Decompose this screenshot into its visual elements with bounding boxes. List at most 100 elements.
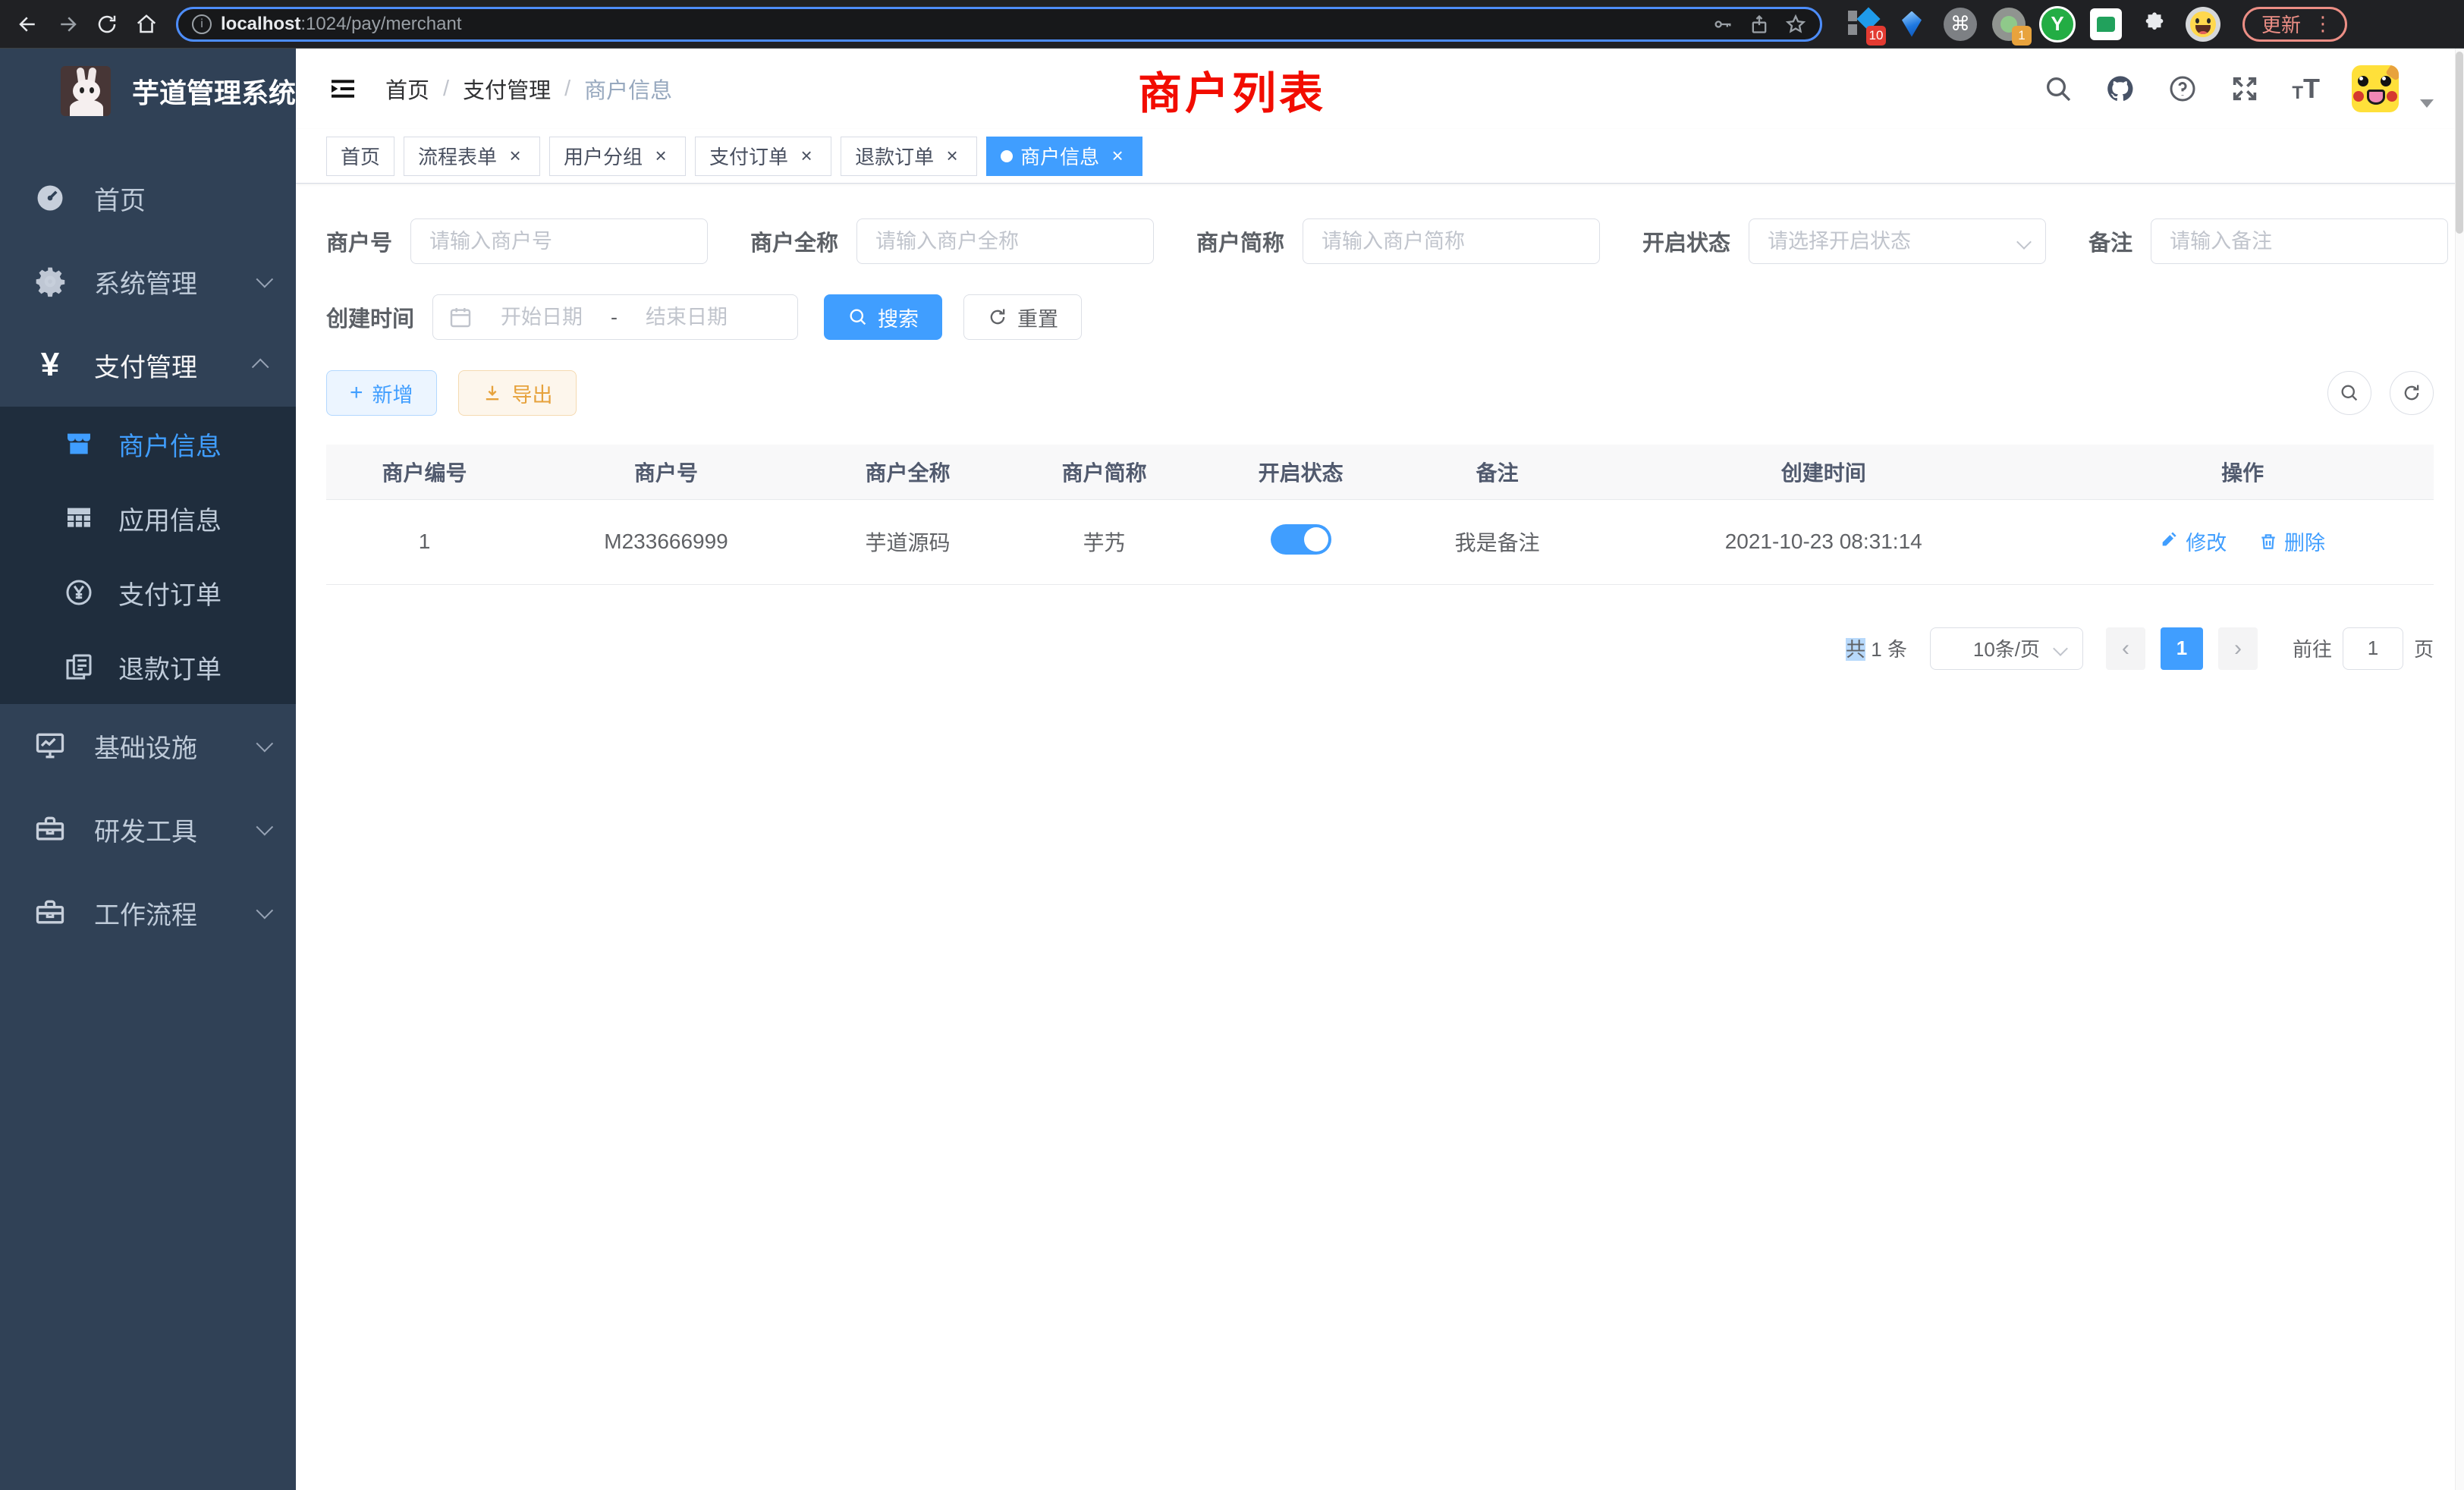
page-info-icon[interactable]: i — [192, 14, 212, 34]
col-remark: 备注 — [1399, 445, 1595, 499]
sidebar-item-label: 首页 — [94, 180, 269, 217]
close-icon[interactable]: × — [796, 146, 817, 167]
extension-command-icon[interactable]: ⌘ — [1942, 6, 1978, 42]
extension-proxy-icon[interactable]: 1 — [1991, 6, 2027, 42]
sidebar-item-payment[interactable]: ¥ 支付管理 — [0, 323, 296, 407]
sidebar-subitem-merchant-info[interactable]: 商户信息 — [0, 407, 296, 481]
url-text[interactable]: localhost:1024/pay/merchant — [221, 14, 1703, 35]
chevron-down-icon — [256, 902, 274, 919]
bookmark-star-icon[interactable] — [1785, 14, 1806, 35]
search-button[interactable]: 搜索 — [824, 294, 942, 340]
remark-input[interactable] — [2151, 218, 2448, 264]
tab-process-form[interactable]: 流程表单× — [404, 137, 540, 176]
tab-user-group[interactable]: 用户分组× — [549, 137, 686, 176]
share-icon[interactable] — [1749, 14, 1770, 35]
date-range-picker[interactable]: - — [432, 294, 798, 340]
app-logo[interactable]: 芋道管理系统 — [0, 49, 296, 134]
user-menu-caret-icon[interactable] — [2420, 99, 2434, 108]
table-header-row: 商户编号 商户号 商户全称 商户简称 开启状态 备注 创建时间 操作 — [326, 445, 2434, 499]
sidebar-item-label: 研发工具 — [94, 811, 231, 848]
pagination: 共 1 条 10条/页 ‹ 1 › 前往 页 — [326, 627, 2434, 670]
refresh-table-button[interactable] — [2390, 371, 2434, 415]
address-bar[interactable]: i localhost:1024/pay/merchant — [176, 7, 1822, 42]
sidebar-item-workflow[interactable]: 工作流程 — [0, 871, 296, 954]
merchant-no-input[interactable] — [410, 218, 708, 264]
goto-page-input[interactable] — [2343, 627, 2403, 670]
page-scrollbar[interactable] — [2455, 49, 2464, 1490]
delete-link[interactable]: 删除 — [2258, 527, 2325, 556]
sidebar-item-home[interactable]: 首页 — [0, 156, 296, 240]
toolbox-icon — [32, 811, 68, 847]
sidebar-subitem-pay-order[interactable]: 支付订单 — [0, 555, 296, 630]
user-avatar-pikachu[interactable] — [2352, 65, 2399, 112]
status-toggle-on[interactable] — [1271, 524, 1331, 555]
github-icon[interactable] — [2105, 74, 2136, 104]
breadcrumb-payment[interactable]: 支付管理 — [463, 73, 551, 105]
next-page-button[interactable]: › — [2218, 627, 2258, 670]
status-select-input[interactable] — [1749, 218, 2046, 264]
page-size-select[interactable]: 10条/页 — [1930, 627, 2083, 670]
close-icon[interactable]: × — [650, 146, 671, 167]
sidebar-subitem-app-info[interactable]: 应用信息 — [0, 481, 296, 555]
sidebar-item-infrastructure[interactable]: 基础设施 — [0, 704, 296, 787]
date-end-input[interactable] — [630, 306, 743, 329]
extension-blocker-icon[interactable]: 10 — [1845, 6, 1881, 42]
key-icon[interactable] — [1712, 14, 1733, 35]
date-start-input[interactable] — [485, 306, 599, 329]
status-select[interactable] — [1749, 218, 2046, 264]
update-label: 更新 — [2261, 10, 2301, 38]
export-button[interactable]: 导出 — [458, 370, 577, 416]
forward-arrow-icon — [56, 13, 79, 36]
font-size-icon[interactable]: TT — [2292, 75, 2320, 102]
reset-button[interactable]: 重置 — [963, 294, 1082, 340]
status-label: 开启状态 — [1642, 225, 1730, 257]
y-glyph: Y — [2039, 6, 2076, 42]
sidebar-item-label: 基础设施 — [94, 728, 231, 765]
tab-merchant-info[interactable]: 商户信息× — [986, 137, 1142, 176]
search-icon[interactable] — [2043, 74, 2073, 104]
merchant-no-label: 商户号 — [326, 225, 392, 257]
prev-page-button[interactable]: ‹ — [2106, 627, 2145, 670]
close-icon[interactable]: × — [504, 146, 526, 167]
show-search-toggle-button[interactable] — [2327, 371, 2371, 415]
tab-home[interactable]: 首页 — [326, 137, 394, 176]
fullscreen-icon[interactable] — [2230, 74, 2260, 104]
url-path: :1024/pay/merchant — [300, 14, 461, 34]
tab-refund-order[interactable]: 退款订单× — [841, 137, 977, 176]
search-icon — [2339, 382, 2360, 404]
browser-home-button[interactable] — [129, 7, 164, 42]
extension-badge-1: 1 — [2012, 26, 2032, 46]
refresh-icon — [987, 306, 1008, 328]
extension-y-icon[interactable]: Y — [2039, 6, 2076, 42]
extensions-puzzle-icon[interactable] — [2136, 6, 2173, 42]
browser-back-button[interactable] — [11, 7, 46, 42]
sidebar-subitem-refund-order[interactable]: 退款订单 — [0, 630, 296, 704]
edit-link[interactable]: 修改 — [2160, 527, 2227, 556]
extension-gem-icon[interactable] — [1894, 6, 1930, 42]
browser-forward-button[interactable] — [50, 7, 85, 42]
breadcrumb-home[interactable]: 首页 — [385, 73, 429, 105]
browser-update-button[interactable]: 更新 ⋮ — [2242, 7, 2347, 42]
sidebar-item-system[interactable]: 系统管理 — [0, 240, 296, 323]
add-button[interactable]: + 新增 — [326, 370, 437, 416]
sidebar: 芋道管理系统 首页 系统管理 ¥ 支付管理 商户信息 — [0, 49, 296, 1490]
extension-chat-icon[interactable] — [2088, 6, 2124, 42]
store-icon — [62, 427, 96, 461]
sidebar-collapse-icon[interactable] — [326, 72, 360, 105]
full-name-input[interactable] — [856, 218, 1154, 264]
monitor-chart-icon — [32, 728, 68, 764]
blocker-glyph — [1848, 11, 1857, 35]
close-icon[interactable]: × — [941, 146, 963, 167]
sidebar-item-dev-tools[interactable]: 研发工具 — [0, 787, 296, 871]
cell-merchant-id: 1 — [326, 499, 523, 584]
short-name-input[interactable] — [1303, 218, 1600, 264]
tab-pay-order[interactable]: 支付订单× — [695, 137, 831, 176]
page-1-button[interactable]: 1 — [2161, 627, 2203, 670]
browser-menu-dots-icon[interactable]: ⋮ — [2313, 12, 2333, 36]
sidebar-item-label: 系统管理 — [94, 263, 231, 300]
close-icon[interactable]: × — [1107, 146, 1128, 167]
help-icon[interactable] — [2167, 74, 2198, 104]
profile-emoji-avatar[interactable] — [2185, 6, 2221, 42]
reload-icon — [96, 13, 118, 36]
browser-reload-button[interactable] — [90, 7, 124, 42]
